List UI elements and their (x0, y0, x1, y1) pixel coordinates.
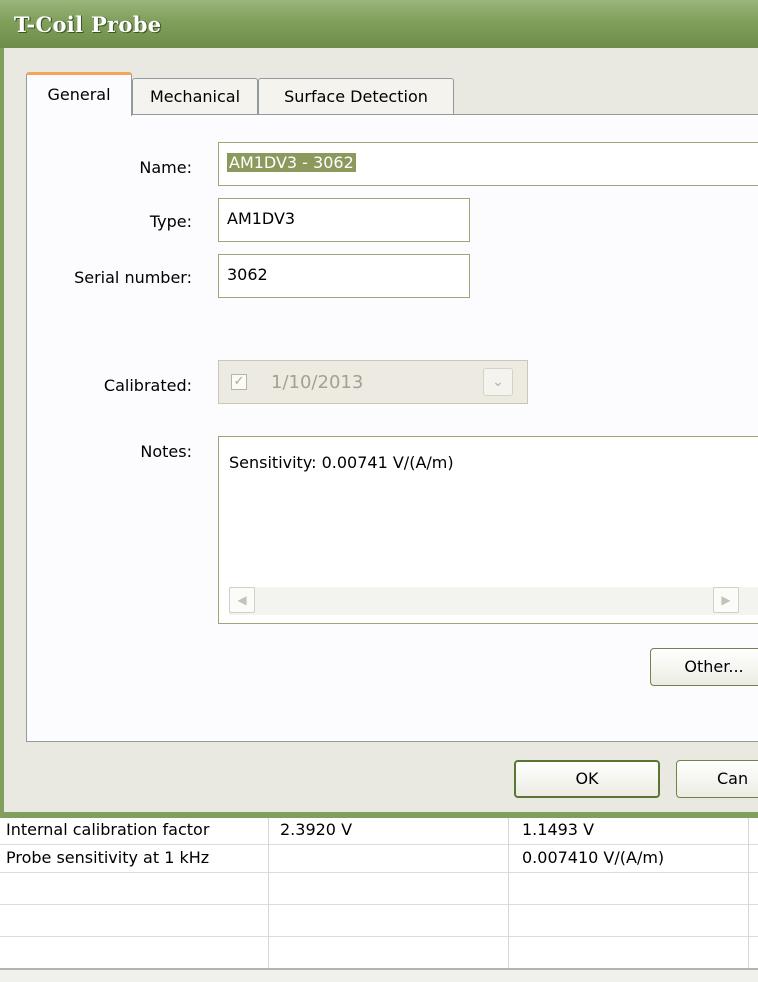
tab-mechanical-label: Mechanical (149, 87, 241, 106)
t-coil-probe-dialog: T-Coil Probe Mechanical Surface Detectio… (0, 0, 758, 818)
table-cell: Internal calibration factor (6, 820, 210, 839)
table-cell: 0.007410 V/(A/m) (522, 848, 665, 867)
type-field[interactable]: AM1DV3 (218, 198, 470, 242)
calibrated-date: 1/10/2013 (271, 372, 364, 393)
serial-number-label: Serial number: (74, 268, 192, 287)
row-divider (0, 904, 758, 905)
type-label: Type: (149, 212, 192, 231)
horizontal-scrollbar[interactable] (0, 968, 758, 982)
dialog-frame-left (0, 48, 4, 818)
scroll-right-icon[interactable]: ▶ (713, 587, 739, 613)
type-value: AM1DV3 (227, 209, 296, 228)
cancel-button-label: Can (717, 769, 749, 788)
tab-surface-detection-label: Surface Detection (284, 87, 428, 106)
name-value: AM1DV3 - 3062 (227, 153, 356, 172)
other-button[interactable]: Other... (650, 648, 758, 686)
ok-button-label: OK (575, 769, 599, 788)
serial-number-value: 3062 (227, 265, 268, 284)
tab-surface-detection[interactable]: Surface Detection (258, 78, 454, 114)
table-cell: 1.1493 V (522, 820, 595, 839)
serial-number-field[interactable]: 3062 (218, 254, 470, 298)
tab-general[interactable]: General (26, 72, 132, 116)
row-divider (0, 872, 758, 873)
calibrated-checkbox[interactable]: ✓ (231, 374, 247, 390)
ok-button[interactable]: OK (514, 760, 660, 798)
row-divider (0, 936, 758, 937)
cancel-button[interactable]: Can (676, 760, 758, 798)
tab-mechanical[interactable]: Mechanical (132, 78, 258, 114)
title-bar[interactable]: T-Coil Probe (0, 0, 758, 48)
name-label: Name: (139, 158, 192, 177)
other-button-label: Other... (684, 657, 744, 676)
chevron-down-icon[interactable]: ⌄ (483, 368, 513, 396)
notes-value: Sensitivity: 0.00741 V/(A/m) (229, 453, 454, 472)
tab-general-label: General (47, 85, 111, 104)
table-cell: 2.3920 V (280, 820, 353, 839)
column-divider (508, 818, 509, 968)
results-table: Internal calibration factor 2.3920 V 1.1… (0, 818, 758, 982)
table-cell: Probe sensitivity at 1 kHz (6, 848, 210, 867)
scroll-left-icon[interactable]: ◀ (229, 587, 255, 613)
row-divider (0, 844, 758, 845)
calibrated-date-picker: ✓ 1/10/2013 ⌄ (218, 360, 528, 404)
column-divider (748, 818, 749, 968)
notes-textarea[interactable]: Sensitivity: 0.00741 V/(A/m) ◀ ▶ (218, 436, 758, 624)
notes-horizontal-scrollbar[interactable]: ◀ ▶ (229, 587, 758, 615)
calibrated-label: Calibrated: (103, 376, 192, 395)
notes-label: Notes: (140, 442, 192, 461)
column-divider (268, 818, 269, 968)
name-field[interactable]: AM1DV3 - 3062 (218, 142, 758, 186)
dialog-title: T-Coil Probe (14, 12, 162, 37)
